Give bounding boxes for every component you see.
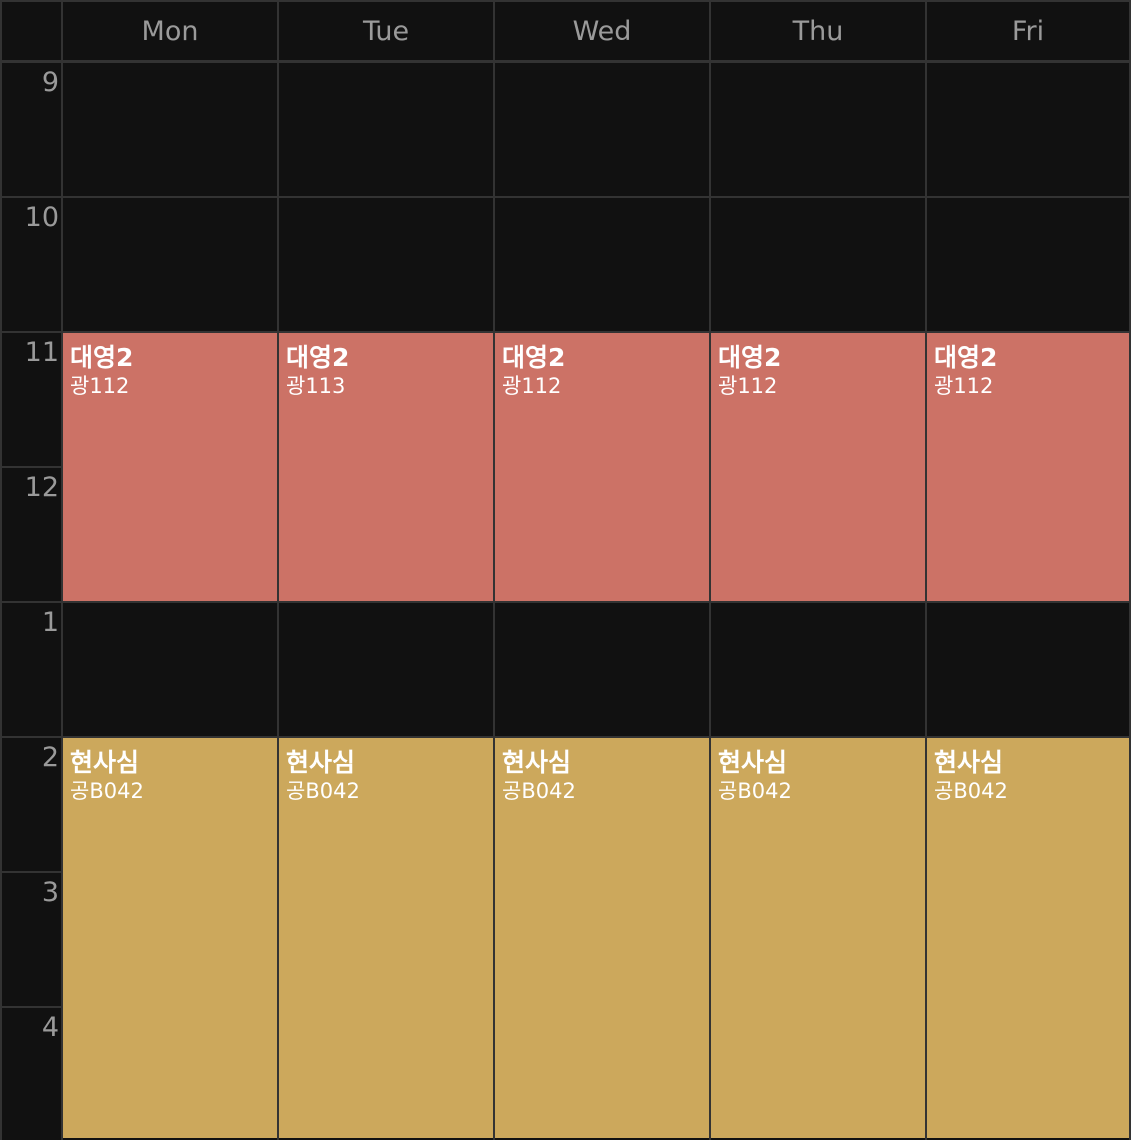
class-title: 현사심 bbox=[286, 748, 356, 777]
day-header-thu: Thu bbox=[711, 2, 925, 60]
class-room: 광113 bbox=[286, 374, 346, 399]
hour-label: 2 bbox=[41, 742, 59, 773]
time-slot[interactable] bbox=[63, 63, 277, 196]
class-title: 대영2 bbox=[502, 343, 566, 372]
hour-cell: 10 bbox=[2, 198, 61, 331]
day-label: Wed bbox=[572, 15, 632, 47]
hour-cell: 1 bbox=[2, 603, 61, 736]
class-block[interactable]: 현사심 공B042 bbox=[927, 738, 1129, 1138]
class-room: 공B042 bbox=[70, 779, 144, 804]
class-title: 현사심 bbox=[70, 748, 140, 777]
hour-cell: 4 bbox=[2, 1008, 61, 1140]
time-slot[interactable] bbox=[495, 63, 709, 196]
hour-cell: 3 bbox=[2, 873, 61, 1006]
class-block[interactable]: 현사심 공B042 bbox=[711, 738, 925, 1138]
class-title: 현사심 bbox=[718, 748, 788, 777]
time-slot[interactable] bbox=[63, 198, 277, 331]
class-block[interactable]: 현사심 공B042 bbox=[495, 738, 709, 1138]
hour-label: 4 bbox=[41, 1012, 59, 1043]
class-title: 대영2 bbox=[70, 343, 134, 372]
hour-label: 10 bbox=[24, 202, 59, 233]
hour-cell: 11 bbox=[2, 333, 61, 466]
time-slot[interactable] bbox=[495, 603, 709, 736]
hour-cell: 9 bbox=[2, 63, 61, 196]
hour-cell: 12 bbox=[2, 468, 61, 601]
class-title: 현사심 bbox=[502, 748, 572, 777]
time-slot[interactable] bbox=[279, 198, 493, 331]
hour-label: 11 bbox=[24, 337, 59, 368]
time-slot[interactable] bbox=[927, 63, 1129, 196]
hour-label: 1 bbox=[41, 607, 59, 638]
class-room: 광112 bbox=[502, 374, 562, 399]
time-slot[interactable] bbox=[927, 603, 1129, 736]
day-header-fri: Fri bbox=[927, 2, 1129, 60]
class-title: 대영2 bbox=[286, 343, 350, 372]
time-slot[interactable] bbox=[927, 198, 1129, 331]
day-label: Fri bbox=[1011, 15, 1045, 47]
day-header-mon: Mon bbox=[63, 2, 277, 60]
time-slot[interactable] bbox=[711, 63, 925, 196]
time-slot[interactable] bbox=[711, 198, 925, 331]
hour-cell: 2 bbox=[2, 738, 61, 871]
day-label: Thu bbox=[792, 15, 844, 47]
class-title: 대영2 bbox=[718, 343, 782, 372]
class-block[interactable]: 대영2 광112 bbox=[63, 333, 277, 601]
class-block[interactable]: 대영2 광112 bbox=[927, 333, 1129, 601]
time-slot[interactable] bbox=[279, 63, 493, 196]
class-block[interactable]: 대영2 광112 bbox=[711, 333, 925, 601]
class-room: 공B042 bbox=[502, 779, 576, 804]
day-header-wed: Wed bbox=[495, 2, 709, 60]
timetable-grid: Mon Tue Wed Thu Fri 9 10 11 12 1 2 3 4 대영2 광112 대영2 광113… bbox=[0, 0, 1131, 1140]
class-block[interactable]: 대영2 광113 bbox=[279, 333, 493, 601]
time-slot[interactable] bbox=[279, 603, 493, 736]
time-slot[interactable] bbox=[495, 198, 709, 331]
class-room: 공B042 bbox=[718, 779, 792, 804]
day-label: Mon bbox=[141, 15, 199, 47]
hour-label: 12 bbox=[24, 472, 59, 503]
corner-cell bbox=[2, 2, 61, 60]
class-room: 광112 bbox=[934, 374, 994, 399]
class-room: 공B042 bbox=[286, 779, 360, 804]
class-block[interactable]: 현사심 공B042 bbox=[279, 738, 493, 1138]
class-title: 대영2 bbox=[934, 343, 998, 372]
class-room: 광112 bbox=[70, 374, 130, 399]
class-room: 광112 bbox=[718, 374, 778, 399]
class-room: 공B042 bbox=[934, 779, 1008, 804]
time-slot[interactable] bbox=[711, 603, 925, 736]
day-header-tue: Tue bbox=[279, 2, 493, 60]
class-block[interactable]: 대영2 광112 bbox=[495, 333, 709, 601]
day-label: Tue bbox=[362, 15, 410, 47]
hour-label: 3 bbox=[41, 877, 59, 908]
class-title: 현사심 bbox=[934, 748, 1004, 777]
time-slot[interactable] bbox=[63, 603, 277, 736]
class-block[interactable]: 현사심 공B042 bbox=[63, 738, 277, 1138]
hour-label: 9 bbox=[41, 67, 59, 98]
